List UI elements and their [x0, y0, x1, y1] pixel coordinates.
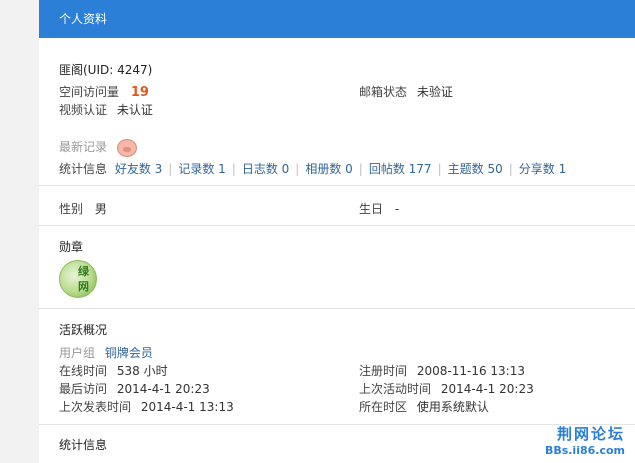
- left-gutter: [0, 0, 39, 463]
- divider: [39, 308, 635, 309]
- usergroup-label: 用户组: [59, 346, 96, 360]
- last-active: 上次活动时间 2014-4-1 20:23: [359, 380, 534, 397]
- stat-records-link[interactable]: 记录数 1: [178, 162, 225, 176]
- timezone-value: 使用系统默认: [416, 400, 489, 414]
- gender-label: 性别: [59, 202, 84, 216]
- medal-text-1: 绿: [78, 265, 89, 278]
- usergroup-link[interactable]: 铜牌会员: [105, 346, 153, 360]
- username-uid: 匪阁(UID: 4247): [59, 63, 153, 77]
- video-verify-label: 视频认证: [59, 103, 108, 117]
- last-active-label: 上次活动时间: [359, 382, 432, 396]
- stat-albums-link[interactable]: 相册数 0: [305, 162, 352, 176]
- separator: |: [295, 162, 300, 176]
- video-verify: 视频认证 未认证: [59, 101, 153, 118]
- gender-value: 男: [94, 202, 107, 216]
- separator: |: [437, 162, 442, 176]
- birthday: 生日 -: [359, 200, 399, 217]
- separator: |: [231, 162, 236, 176]
- register-time-label: 注册时间: [359, 364, 408, 378]
- birthday-label: 生日: [359, 202, 384, 216]
- space-visits-value: 19: [130, 85, 149, 100]
- space-visits-label: 空间访问量: [59, 85, 120, 99]
- separator: |: [358, 162, 363, 176]
- usergroup: 用户组 铜牌会员: [59, 344, 153, 361]
- separator: |: [508, 162, 513, 176]
- online-time-value: 538 小时: [116, 364, 168, 378]
- last-post-value: 2014-4-1 13:13: [140, 400, 234, 414]
- stat-blogs-link[interactable]: 日志数 0: [242, 162, 289, 176]
- panel-title: 个人资料: [59, 12, 108, 26]
- recent-records: 最新记录: [59, 138, 137, 157]
- site-watermark: 荆网论坛 BBs.ii86.com: [545, 423, 625, 457]
- stats-row: 统计信息 好友数 3 | 记录数 1 | 日志数 0 | 相册数 0 | 回帖数 177 | 主题数…: [59, 160, 566, 177]
- medals-title: 勋章: [59, 240, 84, 254]
- divider: [39, 225, 635, 226]
- last-active-value: 2014-4-1 20:23: [440, 382, 534, 396]
- activity-title: 活跃概况: [59, 323, 108, 337]
- stat-threads-link[interactable]: 主题数 50: [448, 162, 503, 176]
- watermark-name: 荆网论坛: [556, 425, 625, 443]
- email-status: 邮箱状态 未验证: [359, 83, 453, 100]
- stat-friends-link[interactable]: 好友数 3: [115, 162, 162, 176]
- last-post-label: 上次发表时间: [59, 400, 132, 414]
- last-visit: 最后访问 2014-4-1 20:23: [59, 380, 210, 397]
- email-status-label: 邮箱状态: [359, 85, 408, 99]
- timezone-label: 所在时区: [359, 400, 408, 414]
- stats-label: 统计信息: [59, 162, 108, 176]
- profile-panel: 个人资料 匪阁(UID: 4247) 空间访问量 19 邮箱状态 未验证 视频认…: [39, 0, 635, 463]
- register-time: 注册时间 2008-11-16 13:13: [359, 362, 525, 379]
- medal-badge-icon[interactable]: 绿 网: [59, 260, 97, 298]
- space-visits: 空间访问量 19: [59, 83, 149, 100]
- stat-shares-link[interactable]: 分享数 1: [519, 162, 566, 176]
- panel-header: 个人资料: [39, 0, 635, 38]
- register-time-value: 2008-11-16 13:13: [416, 364, 525, 378]
- gender: 性别 男: [59, 200, 107, 217]
- last-post: 上次发表时间 2014-4-1 13:13: [59, 398, 234, 415]
- medal-text-2: 网: [78, 280, 89, 293]
- timezone: 所在时区 使用系统默认: [359, 398, 489, 415]
- email-status-value: 未验证: [416, 85, 453, 99]
- divider: [39, 185, 635, 186]
- pig-icon: [116, 138, 137, 157]
- online-time-label: 在线时间: [59, 364, 108, 378]
- last-visit-value: 2014-4-1 20:23: [116, 382, 210, 396]
- separator: |: [168, 162, 173, 176]
- stat-replies-link[interactable]: 回帖数 177: [369, 162, 432, 176]
- last-visit-label: 最后访问: [59, 382, 108, 396]
- video-verify-value: 未认证: [116, 103, 153, 117]
- birthday-value: -: [394, 202, 400, 216]
- online-time: 在线时间 538 小时: [59, 362, 168, 379]
- recent-label: 最新记录: [59, 140, 108, 154]
- watermark-url: BBs.ii86.com: [544, 444, 625, 457]
- profile-content: 匪阁(UID: 4247) 空间访问量 19 邮箱状态 未验证 视频认证 未认证…: [39, 38, 635, 463]
- stats-section-title: 统计信息: [59, 438, 108, 452]
